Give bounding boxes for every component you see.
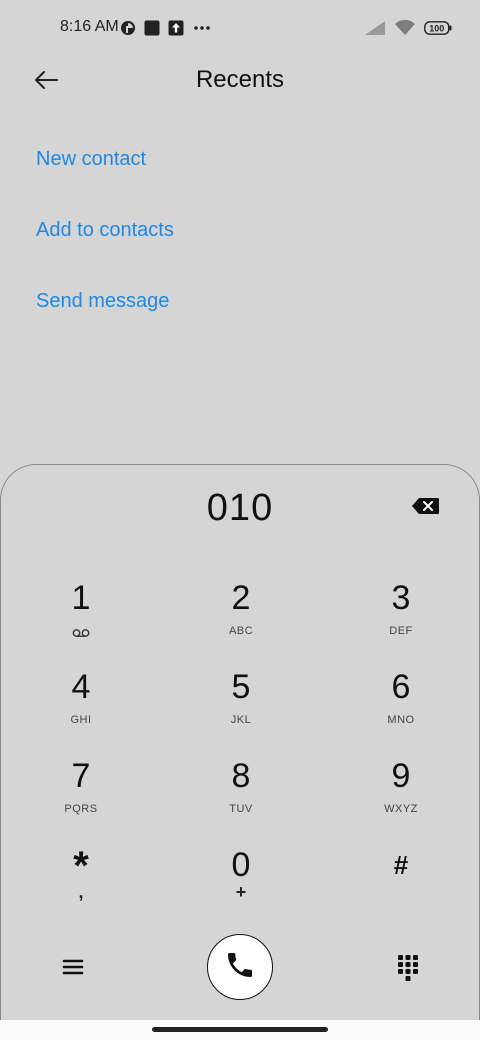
header: Recents bbox=[0, 56, 480, 108]
key-hash[interactable]: # bbox=[341, 846, 461, 926]
menu-icon bbox=[58, 959, 88, 986]
key-7[interactable]: 7 PQRS bbox=[21, 757, 141, 837]
key-letters: WXYZ bbox=[384, 803, 418, 815]
key-letters: GHI bbox=[70, 714, 92, 726]
bottom-bar bbox=[0, 932, 480, 1002]
key-letters: MNO bbox=[387, 714, 415, 726]
key-letters: , bbox=[78, 882, 84, 902]
add-to-contacts-link[interactable]: Add to contacts bbox=[36, 219, 174, 242]
key-0[interactable]: 0 + bbox=[181, 846, 301, 926]
key-digit: 5 bbox=[231, 668, 251, 706]
key-5[interactable]: 5 JKL bbox=[181, 668, 301, 748]
new-contact-link[interactable]: New contact bbox=[36, 148, 146, 171]
key-2[interactable]: 2 ABC bbox=[181, 579, 301, 659]
key-digit: 7 bbox=[71, 757, 91, 795]
send-message-link[interactable]: Send message bbox=[36, 290, 169, 313]
key-letters: DEF bbox=[389, 625, 413, 637]
dialpad-toggle-button[interactable] bbox=[394, 952, 422, 982]
key-8[interactable]: 8 TUV bbox=[181, 757, 301, 837]
key-6[interactable]: 6 MNO bbox=[341, 668, 461, 748]
page-title: Recents bbox=[195, 66, 285, 93]
app-notification-icon bbox=[120, 20, 136, 36]
backspace-icon bbox=[411, 498, 441, 521]
status-icons-left bbox=[120, 18, 212, 38]
key-digit: 8 bbox=[231, 757, 251, 795]
home-indicator[interactable] bbox=[152, 1027, 328, 1032]
key-letters: PQRS bbox=[64, 803, 98, 815]
key-digit: 2 bbox=[231, 579, 251, 617]
phone-icon bbox=[224, 949, 256, 986]
key-letters: ABC bbox=[228, 625, 254, 637]
menu-button[interactable] bbox=[58, 952, 88, 982]
voicemail-icon bbox=[21, 625, 141, 643]
wifi-icon bbox=[394, 20, 416, 36]
status-time: 8:16 AM bbox=[60, 18, 119, 35]
key-digit: 1 bbox=[71, 579, 91, 617]
more-dots-icon bbox=[192, 20, 212, 36]
backspace-button[interactable] bbox=[411, 495, 441, 519]
key-digit: 3 bbox=[391, 579, 411, 617]
battery-icon: 100 bbox=[424, 21, 452, 35]
key-3[interactable]: 3 DEF bbox=[341, 579, 461, 659]
dialed-number[interactable]: 010 bbox=[1, 487, 479, 530]
key-letters: JKL bbox=[230, 714, 252, 726]
key-4[interactable]: 4 GHI bbox=[21, 668, 141, 748]
square-notification-icon bbox=[144, 20, 160, 36]
key-digit: 4 bbox=[71, 668, 91, 706]
status-bar: 8:16 AM 100 bbox=[0, 0, 480, 56]
key-star[interactable]: * , bbox=[21, 844, 141, 926]
upload-icon bbox=[168, 20, 184, 36]
key-letters: TUV bbox=[229, 803, 253, 815]
key-9[interactable]: 9 WXYZ bbox=[341, 757, 461, 837]
call-button[interactable] bbox=[207, 934, 273, 1000]
key-digit: 6 bbox=[391, 668, 411, 706]
system-nav-bar bbox=[0, 1020, 480, 1040]
key-1[interactable]: 1 bbox=[21, 579, 141, 659]
battery-level: 100 bbox=[429, 24, 444, 34]
dialpad-icon bbox=[394, 955, 422, 986]
key-digit: # bbox=[393, 850, 409, 880]
key-letters: + bbox=[235, 882, 247, 902]
key-digit: 9 bbox=[391, 757, 411, 795]
signal-icon bbox=[364, 20, 386, 36]
status-icons-right: 100 bbox=[364, 18, 452, 38]
key-digit: 0 bbox=[231, 846, 251, 884]
